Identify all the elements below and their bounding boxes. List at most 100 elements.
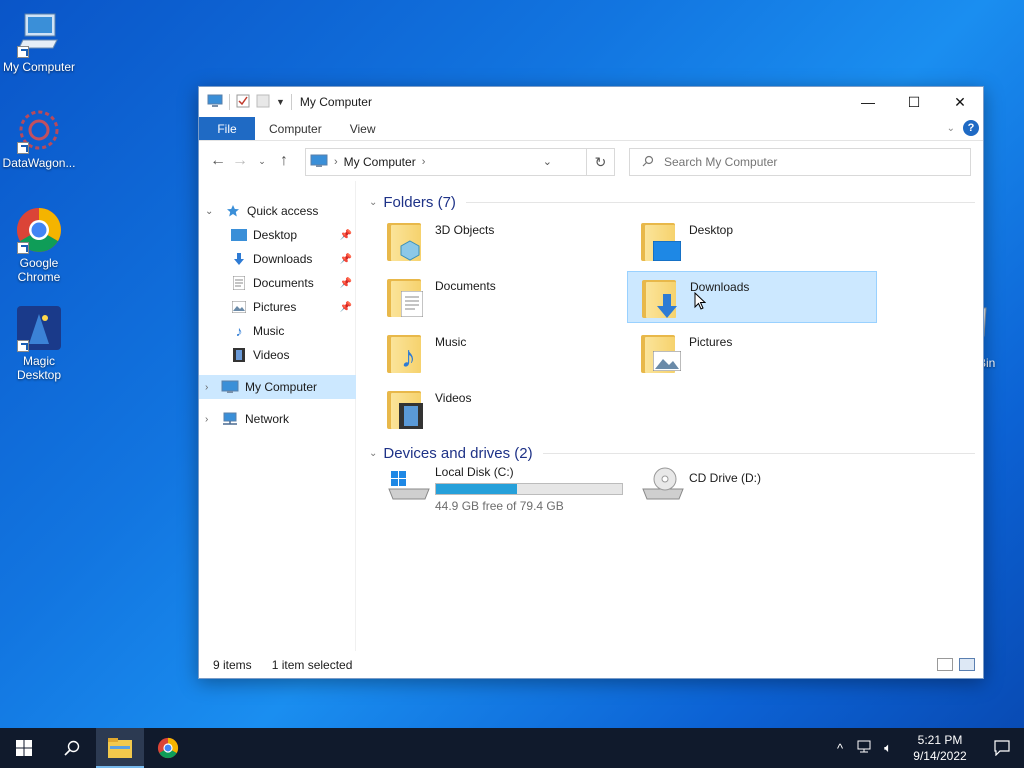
drive-tile-local-disk-c[interactable]: Local Disk (C:) 44.9 GB free of 79.4 GB [373,463,623,513]
group-title: Folders (7) [383,193,456,211]
breadcrumb-separator-icon[interactable]: › [334,156,338,168]
help-icon[interactable]: ? [963,120,979,136]
collapse-arrow-icon[interactable]: ⌄ [369,197,377,208]
taskbar-search-button[interactable] [48,728,96,768]
hard-drive-icon [387,465,430,507]
clock-date: 9/14/2022 [913,749,967,763]
nav-quick-access[interactable]: ⌄ Quick access [199,199,356,223]
pin-icon[interactable]: 📌 [340,230,352,241]
close-button[interactable]: ✕ [937,87,983,117]
group-header-drives[interactable]: ⌄ Devices and drives (2) [365,442,975,464]
clock[interactable]: 5:21 PM 9/14/2022 [900,732,980,764]
start-button[interactable] [0,728,48,768]
expand-ribbon-icon[interactable]: ⌄ [947,123,955,134]
toolbar-separator [290,94,292,110]
shortcut-arrow-icon [17,142,29,154]
desktop-icon-my-computer[interactable]: My Computer [0,10,78,74]
pin-icon[interactable]: 📌 [340,254,352,265]
maximize-button[interactable]: ☐ [891,87,937,117]
folder-tile-documents[interactable]: Documents [373,271,623,323]
up-button[interactable]: ↑ [273,152,295,170]
nav-item-music[interactable]: ♪ Music [199,319,356,343]
nav-label: Downloads [253,252,313,266]
collapse-arrow-icon[interactable]: ⌄ [369,448,377,459]
forward-button[interactable]: → [229,152,251,170]
tab-view[interactable]: View [336,117,390,140]
pictures-icon [231,299,247,315]
minimize-button[interactable]: — [845,87,891,117]
title-bar[interactable]: ▼ My Computer — ☐ ✕ [199,87,983,117]
large-icons-view-button[interactable] [959,658,975,671]
folder-tile-music[interactable]: ♪ Music [373,327,623,379]
desktop-icon-google-chrome[interactable]: Google Chrome [0,206,78,284]
group-divider [542,452,975,454]
clock-time: 5:21 PM [917,733,963,747]
search-input[interactable] [664,155,944,169]
folder-tile-desktop[interactable]: Desktop [627,215,877,267]
action-center-button[interactable] [980,740,1024,756]
folder-tile-3d-objects[interactable]: 3D Objects [373,215,623,267]
folder-label: Pictures [689,335,733,349]
collapse-arrow-icon[interactable]: › [205,414,208,425]
desktop-icon-magic-desktop[interactable]: Magic Desktop [0,304,78,382]
nav-label: Pictures [253,300,297,314]
folder-tile-downloads[interactable]: Downloads [627,271,877,323]
nav-item-documents[interactable]: Documents 📌 [199,271,356,295]
desktop-icon-datawagon[interactable]: DataWagon... [0,106,78,170]
toolbar-separator [229,94,230,110]
folder-tile-videos[interactable]: Videos [373,383,623,435]
new-folder-icon[interactable] [256,94,270,111]
pin-icon[interactable]: 📌 [340,302,352,313]
taskbar: ^ 🔈︎ 5:21 PM 9/14/2022 [0,728,1024,768]
details-view-button[interactable] [937,658,953,671]
drive-tile-cd-drive-d[interactable]: CD Drive (D:) [627,463,877,507]
downloads-folder-icon [642,278,684,320]
nav-item-network[interactable]: › Network [199,407,356,431]
item-count: 9 items [213,658,252,672]
tab-computer[interactable]: Computer [255,117,336,140]
group-header-folders[interactable]: ⌄ Folders (7) [365,191,975,213]
music-folder-icon: ♪ [387,333,429,375]
nav-item-videos[interactable]: Videos [199,343,356,367]
pin-icon[interactable]: 📌 [340,278,352,289]
explorer-window: ▼ My Computer — ☐ ✕ File Computer View ⌄… [198,86,984,679]
network-status-icon[interactable] [852,740,876,757]
shortcut-arrow-icon [17,340,29,352]
address-bar[interactable]: › My Computer › ⌄ [305,148,587,176]
breadcrumb-my-computer[interactable]: My Computer [344,155,416,169]
desktop-icon-label: Google Chrome [17,256,61,284]
group-divider [465,201,975,203]
show-hidden-icons-icon[interactable]: ^ [828,741,852,756]
status-bar: 9 items 1 item selected [199,652,983,678]
recent-locations-button[interactable]: ⌄ [251,156,273,167]
customize-dropdown-icon[interactable]: ▼ [276,97,285,107]
navigation-pane: ⌄ Quick access Desktop 📌 Downloads 📌 Doc… [199,181,356,651]
ribbon-tabs: File Computer View ⌄ ? [199,117,983,141]
nav-item-desktop[interactable]: Desktop 📌 [199,223,356,247]
nav-item-pictures[interactable]: Pictures 📌 [199,295,356,319]
properties-icon[interactable] [236,94,250,111]
volume-icon[interactable]: 🔈︎ [876,740,900,756]
folder-tile-pictures[interactable]: Pictures [627,327,877,379]
nav-item-my-computer[interactable]: › My Computer [199,375,356,399]
desktop-icon-label: My Computer [2,60,76,74]
taskbar-file-explorer[interactable] [96,728,144,768]
tab-file[interactable]: File [199,117,255,140]
expand-arrow-icon[interactable]: ⌄ [205,206,213,217]
shortcut-arrow-icon [17,46,29,58]
nav-item-downloads[interactable]: Downloads 📌 [199,247,356,271]
document-icon [231,275,247,291]
taskbar-chrome[interactable] [144,728,192,768]
refresh-button[interactable]: ↻ [587,148,615,176]
navigation-bar: ← → ⌄ ↑ › My Computer › ⌄ ↻ [199,141,983,181]
address-dropdown-icon[interactable]: ⌄ [543,155,552,168]
collapse-arrow-icon[interactable]: › [205,382,208,393]
nav-label: Quick access [247,204,319,218]
datawagon-icon [15,106,63,154]
search-box[interactable] [629,148,971,176]
system-tray: ^ 🔈︎ 5:21 PM 9/14/2022 [828,728,1024,768]
desktop-icon-recycle-bin[interactable]: Bin [976,300,1016,370]
ribbon-right: ⌄ ? [947,120,979,136]
back-button[interactable]: ← [207,152,229,170]
breadcrumb-separator-icon[interactable]: › [422,156,426,168]
